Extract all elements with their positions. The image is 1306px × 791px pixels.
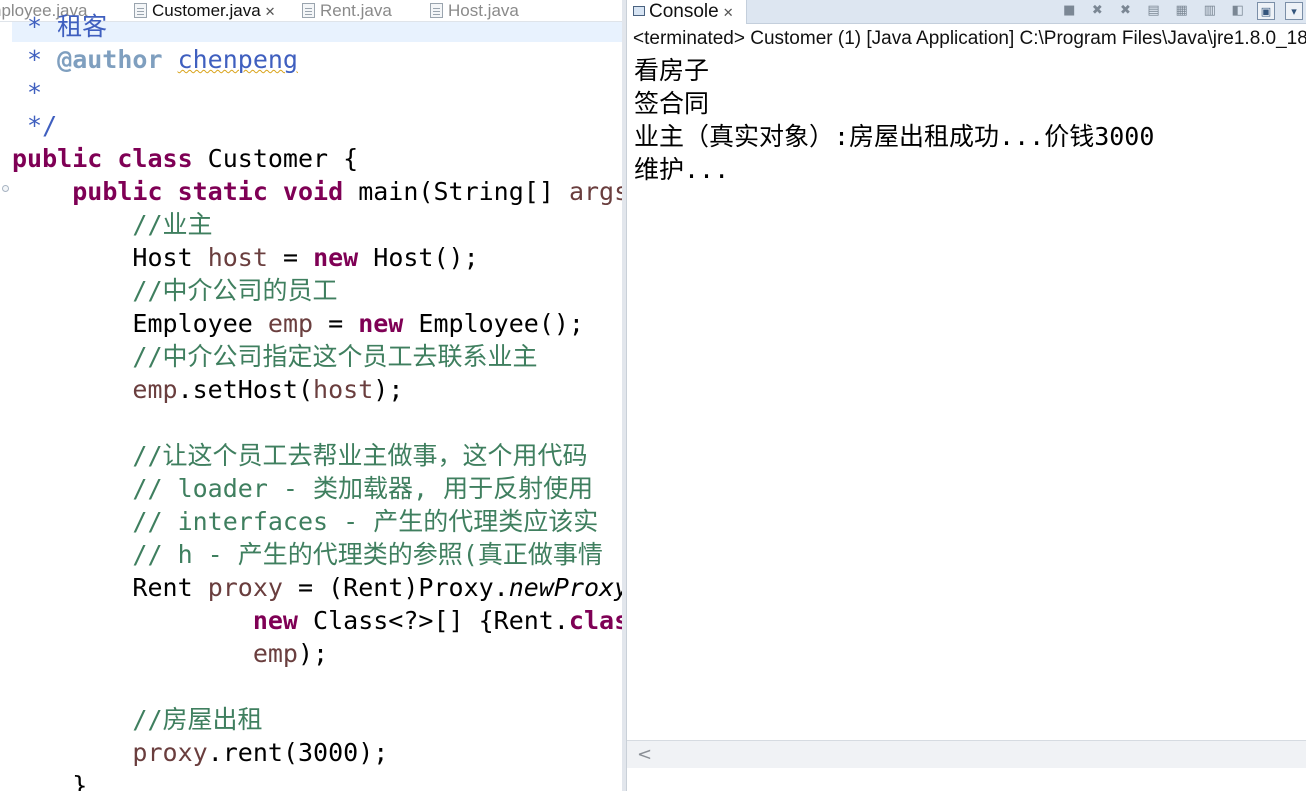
console-tab-bar: Console ✕ ■ ✖ ✖ ▤ ▦ ▥ ◧ ▣ ▾ [627, 0, 1306, 24]
code-line-7: //业主 [132, 210, 213, 239]
code-editor[interactable]: nployee.java Customer.java ✕ Rent.java Ho… [0, 0, 626, 791]
console-toolbar: ■ ✖ ✖ ▤ ▦ ▥ ◧ ▣ ▾ [1055, 2, 1303, 22]
output-line: 签合同 [634, 89, 710, 118]
code-line-12: emp.setHost(host); [132, 375, 404, 404]
tab-label: Customer.java [152, 1, 261, 20]
console-footer [627, 768, 1306, 791]
clear-console-icon[interactable]: ▤ [1145, 2, 1163, 20]
tab-host-java[interactable]: Host.java [430, 0, 519, 21]
code-line-9: //中介公司的员工 [132, 276, 338, 305]
display-selected-icon[interactable]: ▣ [1256, 2, 1275, 20]
word-wrap-icon[interactable]: ▥ [1201, 2, 1219, 20]
code-line-6: public static void main(String[] args [72, 177, 626, 206]
code-line-17: // h - 产生的代理类的参照(真正做事情 [132, 540, 603, 569]
output-line: 看房子 [634, 56, 710, 85]
code-line-14: //让这个员工去帮业主做事，这个用代码 [132, 441, 588, 470]
open-console-icon[interactable]: ▾ [1285, 2, 1303, 20]
code-line-16: // interfaces - 产生的代理类应该实 [132, 507, 599, 536]
tab-label: Rent.java [320, 1, 392, 20]
code-line-2: * @author chenpeng [12, 45, 298, 74]
tab-rent-java[interactable]: Rent.java [302, 0, 392, 21]
remove-launch-icon[interactable]: ✖ [1088, 2, 1106, 20]
pin-console-icon[interactable]: ◧ [1229, 2, 1247, 20]
tab-customer-java[interactable]: Customer.java ✕ [132, 0, 282, 21]
tab-console[interactable]: Console ✕ [627, 0, 747, 24]
console-icon [633, 6, 645, 16]
remove-all-icon[interactable]: ✖ [1116, 2, 1134, 20]
java-file-icon [302, 3, 315, 18]
console-tab-label: Console [649, 1, 719, 22]
code-line-5: public class Customer { [12, 144, 359, 173]
code-line-22: //房屋出租 [132, 705, 263, 734]
code-line-19: new Class<?>[] {Rent.clas [252, 606, 626, 635]
terminated-status: <terminated> Customer (1) [Java Applicat… [633, 28, 1306, 49]
tab-label: Host.java [448, 1, 519, 20]
code-line-15: // loader - 类加载器, 用于反射使用 [132, 474, 594, 503]
fold-toggle-icon[interactable] [2, 185, 9, 192]
code-line-3: * [12, 78, 43, 107]
java-file-icon [430, 3, 443, 18]
code-line-4: */ [12, 111, 58, 140]
code-line-23: proxy.rent(3000); [132, 738, 389, 767]
code-line-1: * 租客 [12, 12, 108, 41]
code-line-18: Rent proxy = (Rent)Proxy.newProxy [132, 573, 626, 602]
console-view: Console ✕ ■ ✖ ✖ ▤ ▦ ▥ ◧ ▣ ▾ <terminated> … [626, 0, 1306, 791]
scroll-lock-icon[interactable]: ▦ [1173, 2, 1191, 20]
close-tab-icon[interactable]: ✕ [723, 5, 734, 20]
horizontal-scrollbar[interactable]: < [627, 740, 1306, 768]
code-line-8: Host host = new Host(); [132, 243, 479, 272]
scroll-left-icon[interactable]: < [637, 744, 652, 765]
output-line: 维护... [634, 155, 730, 184]
code-line-11: //中介公司指定这个员工去联系业主 [132, 342, 538, 371]
terminate-icon[interactable]: ■ [1060, 2, 1078, 20]
code-line-10: Employee emp = new Employee(); [132, 309, 584, 338]
java-file-icon [134, 3, 147, 18]
close-tab-icon[interactable]: ✕ [265, 4, 276, 19]
output-line: 业主（真实对象）:房屋出租成功...价钱3000 [634, 122, 1155, 151]
console-output[interactable]: 看房子 签合同 业主（真实对象）:房屋出租成功...价钱3000 维护... [634, 54, 1154, 186]
code-line-20: emp); [252, 639, 329, 668]
code-line-24: } [72, 771, 88, 791]
